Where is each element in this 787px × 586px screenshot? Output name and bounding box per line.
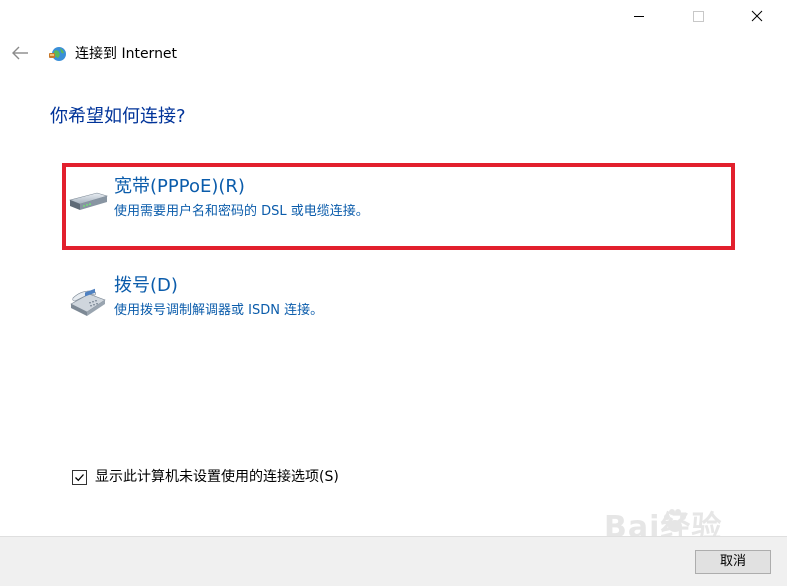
back-button[interactable] xyxy=(8,41,32,65)
close-icon xyxy=(751,10,763,22)
option-description: 使用需要用户名和密码的 DSL 或电缆连接。 xyxy=(114,204,369,219)
paw-icon xyxy=(664,509,686,532)
checkbox-box[interactable] xyxy=(72,469,87,485)
dialup-phone-icon xyxy=(70,288,106,316)
option-description: 使用拨号调制解调器或 ISDN 连接。 xyxy=(114,303,324,318)
checkmark-icon xyxy=(75,473,84,481)
dialog-footer: 取消 xyxy=(0,536,787,586)
cancel-button[interactable]: 取消 xyxy=(695,550,771,574)
maximize-icon xyxy=(692,10,704,22)
window-title: 连接到 Internet xyxy=(75,46,178,62)
network-globe-icon xyxy=(49,47,66,61)
option-dialup[interactable]: 拨号(D) 使用拨号调制解调器或 ISDN 连接。 xyxy=(65,266,735,350)
close-button[interactable] xyxy=(734,0,780,32)
option-broadband[interactable]: 宽带(PPPoE)(R) 使用需要用户名和密码的 DSL 或电缆连接。 xyxy=(65,166,735,250)
show-unconfigured-options-checkbox[interactable]: 显示此计算机未设置使用的连接选项(S) xyxy=(72,467,339,487)
minimize-button[interactable] xyxy=(616,0,662,32)
maximize-button[interactable] xyxy=(675,0,721,32)
option-title: 宽带(PPPoE)(R) xyxy=(114,176,245,197)
minimize-icon xyxy=(634,15,644,17)
checkbox-label: 显示此计算机未设置使用的连接选项(S) xyxy=(95,469,339,485)
back-arrow-icon xyxy=(12,46,28,60)
broadband-modem-icon xyxy=(69,192,109,210)
connect-to-internet-window: 连接到 Internet 你希望如何连接? 宽带(PPPoE)(R) 使用需要用… xyxy=(0,0,787,586)
option-title: 拨号(D) xyxy=(114,275,178,296)
page-title: 你希望如何连接? xyxy=(50,106,186,127)
